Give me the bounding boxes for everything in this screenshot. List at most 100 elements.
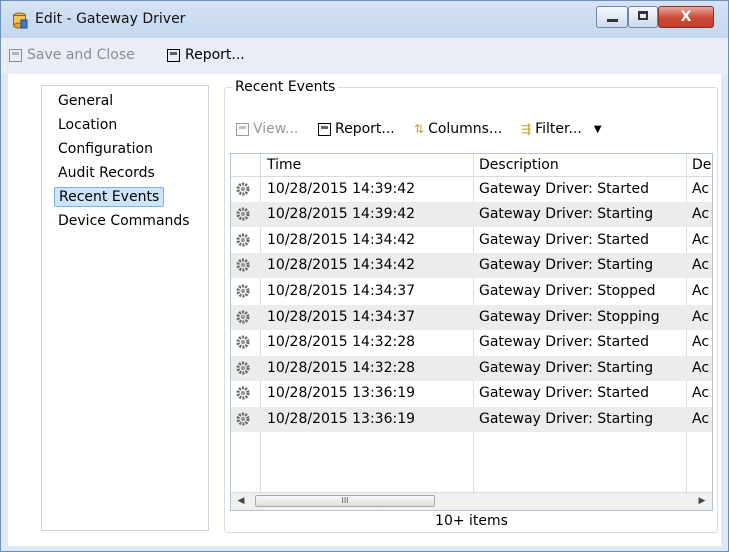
table-row[interactable]: 10/28/2015 14:34:37 Gateway Driver: Stop… [231, 279, 712, 304]
report-button[interactable]: Report... [167, 47, 245, 63]
event-details: Ac [692, 309, 710, 325]
event-description: Gateway Driver: Starting [479, 411, 654, 427]
view-button[interactable]: View... [236, 121, 298, 137]
column-header-time[interactable]: Time [267, 157, 301, 173]
close-button[interactable]: X [658, 6, 714, 28]
events-table[interactable]: Time Description De 10/28/2015 14:39:42 … [230, 153, 713, 511]
view-icon [236, 122, 249, 136]
nav-item-configuration[interactable]: Configuration [58, 140, 153, 158]
table-row[interactable]: 10/28/2015 13:36:19 Gateway Driver: Star… [231, 407, 712, 432]
gear-icon [236, 310, 250, 324]
view-label: View... [253, 121, 299, 137]
event-description: Gateway Driver: Stopped [479, 283, 656, 299]
gear-icon [236, 412, 250, 426]
event-description: Gateway Driver: Starting [479, 360, 654, 376]
scroll-left-icon[interactable]: ◀ [233, 495, 249, 508]
table-row[interactable]: 10/28/2015 14:32:28 Gateway Driver: Star… [231, 356, 712, 381]
title-bar[interactable]: Edit - Gateway Driver X [1, 1, 728, 38]
event-time: 10/28/2015 13:36:19 [267, 411, 416, 427]
gear-icon [236, 207, 250, 221]
nav-item-general[interactable]: General [58, 92, 113, 110]
event-time: 10/28/2015 14:39:42 [267, 181, 416, 197]
nav-item-device-commands[interactable]: Device Commands [58, 212, 190, 230]
event-time: 10/28/2015 14:34:37 [267, 309, 416, 325]
event-details: Ac [692, 257, 710, 273]
gear-icon [236, 233, 250, 247]
section-nav: General Location Configuration Audit Rec… [41, 85, 209, 531]
close-icon: X [680, 9, 692, 25]
table-row[interactable]: 10/28/2015 14:34:42 Gateway Driver: Star… [231, 228, 712, 253]
item-count: 10+ items [435, 513, 508, 529]
scrollbar-thumb[interactable]: III [255, 495, 435, 507]
event-description: Gateway Driver: Started [479, 385, 649, 401]
event-time: 10/28/2015 14:39:42 [267, 206, 416, 222]
gear-icon [236, 335, 250, 349]
report-icon [318, 122, 331, 136]
events-toolbar: View... Report... ⇅ Columns... ⇶ Filter.… [236, 121, 696, 143]
minimize-button[interactable] [596, 6, 628, 28]
events-report-button[interactable]: Report... [318, 121, 395, 137]
event-details: Ac [692, 181, 710, 197]
table-row[interactable]: 10/28/2015 14:39:42 Gateway Driver: Star… [231, 177, 712, 202]
save-and-close-label: Save and Close [27, 47, 135, 63]
event-description: Gateway Driver: Started [479, 334, 649, 350]
event-time: 10/28/2015 13:36:19 [267, 385, 416, 401]
nav-item-location[interactable]: Location [58, 116, 117, 134]
maximize-button[interactable] [628, 6, 658, 28]
event-details: Ac [692, 283, 710, 299]
event-details: Ac [692, 206, 710, 222]
horizontal-scrollbar[interactable]: ◀ III ▶ [231, 492, 712, 510]
edit-window: Edit - Gateway Driver X Save and Close R… [0, 0, 729, 552]
nav-item-audit-records[interactable]: Audit Records [58, 164, 155, 182]
event-details: Ac [692, 411, 710, 427]
gear-icon [236, 284, 250, 298]
window-title: Edit - Gateway Driver [35, 11, 186, 27]
nav-item-recent-events[interactable]: Recent Events [54, 187, 165, 207]
columns-label: Columns... [428, 121, 503, 137]
event-details: Ac [692, 232, 710, 248]
columns-button[interactable]: ⇅ Columns... [414, 121, 502, 137]
report-icon [167, 48, 180, 62]
gear-icon [236, 386, 250, 400]
content-area: General Location Configuration Audit Rec… [8, 74, 721, 546]
event-time: 10/28/2015 14:34:42 [267, 257, 416, 273]
table-row[interactable]: 10/28/2015 14:34:42 Gateway Driver: Star… [231, 253, 712, 278]
table-row[interactable]: 10/28/2015 14:39:42 Gateway Driver: Star… [231, 202, 712, 227]
scroll-right-icon[interactable]: ▶ [694, 495, 710, 508]
column-header-details[interactable]: De [692, 157, 711, 173]
filter-button[interactable]: ⇶ Filter... ▼ [521, 121, 602, 137]
minimize-icon [607, 19, 618, 22]
column-header-description[interactable]: Description [479, 157, 559, 173]
save-icon [9, 48, 22, 62]
chevron-down-icon[interactable]: ▼ [594, 124, 602, 135]
gear-icon [236, 182, 250, 196]
event-time: 10/28/2015 14:34:37 [267, 283, 416, 299]
gear-icon [236, 258, 250, 272]
filter-label: Filter... [535, 121, 582, 137]
event-description: Gateway Driver: Started [479, 232, 649, 248]
table-header: Time Description De [231, 154, 712, 177]
event-details: Ac [692, 360, 710, 376]
event-time: 10/28/2015 14:34:42 [267, 232, 416, 248]
event-time: 10/28/2015 14:32:28 [267, 360, 416, 376]
gear-icon [236, 361, 250, 375]
event-description: Gateway Driver: Starting [479, 257, 654, 273]
event-details: Ac [692, 334, 710, 350]
event-details: Ac [692, 385, 710, 401]
database-icon [13, 12, 28, 29]
event-description: Gateway Driver: Stopping [479, 309, 660, 325]
maximize-icon [638, 11, 648, 20]
table-row[interactable]: 10/28/2015 14:32:28 Gateway Driver: Star… [231, 330, 712, 355]
report-label: Report... [185, 47, 245, 63]
columns-icon: ⇅ [414, 122, 425, 136]
event-description: Gateway Driver: Started [479, 181, 649, 197]
table-row[interactable]: 10/28/2015 14:34:37 Gateway Driver: Stop… [231, 305, 712, 330]
events-report-label: Report... [335, 121, 395, 137]
event-time: 10/28/2015 14:32:28 [267, 334, 416, 350]
save-and-close-button[interactable]: Save and Close [9, 47, 135, 63]
event-description: Gateway Driver: Starting [479, 206, 654, 222]
main-toolbar: Save and Close Report... [1, 38, 728, 74]
table-row[interactable]: 10/28/2015 13:36:19 Gateway Driver: Star… [231, 381, 712, 406]
recent-events-heading: Recent Events [232, 79, 339, 95]
filter-icon: ⇶ [521, 122, 532, 136]
